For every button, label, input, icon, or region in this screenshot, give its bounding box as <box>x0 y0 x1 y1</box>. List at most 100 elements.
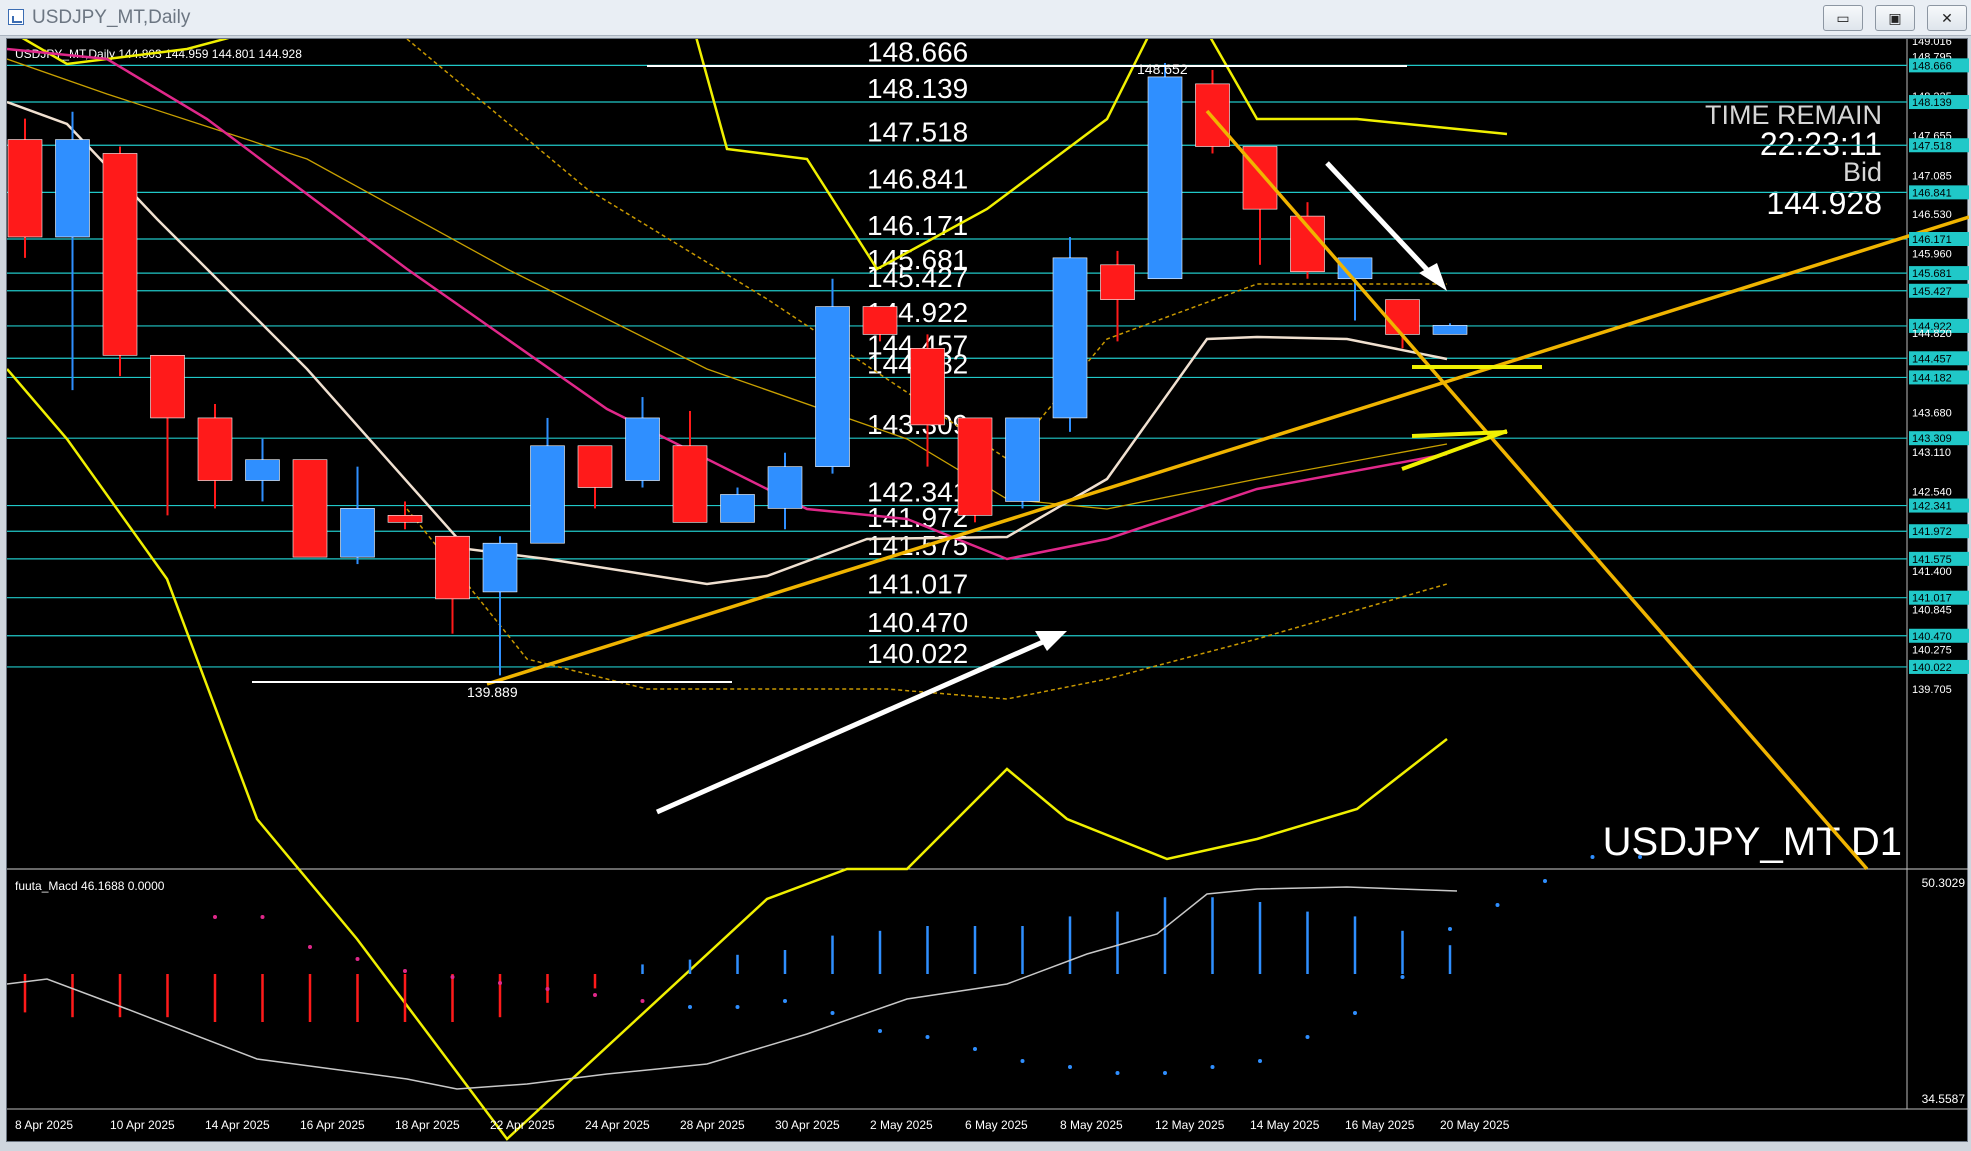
macd-signal-dot <box>925 1035 930 1039</box>
date-axis-label: 2 May 2025 <box>870 1118 933 1132</box>
window-title: USDJPY_MT,Daily <box>32 7 191 28</box>
price-axis-label: 143.110 <box>1912 447 1951 459</box>
price-axis-label: 147.518 <box>1912 140 1952 152</box>
macd-signal-dot <box>1638 855 1642 859</box>
bear-candle <box>102 153 138 356</box>
macd-signal-dot <box>1495 903 1500 907</box>
date-axis-label: 8 May 2025 <box>1060 1118 1123 1132</box>
date-axis-label: 12 May 2025 <box>1155 1118 1225 1132</box>
level-label: 146.171 <box>867 210 968 241</box>
macd-signal-dot <box>640 999 645 1003</box>
macd-header: fuuta_Macd 46.1688 0.0000 <box>15 879 165 893</box>
restore-button[interactable]: ▣ <box>1875 5 1915 31</box>
bear-candle <box>292 459 328 558</box>
date-axis-label: 24 Apr 2025 <box>585 1118 650 1132</box>
date-axis-label: 16 May 2025 <box>1345 1118 1415 1132</box>
bull-candle <box>340 508 375 558</box>
macd-line <box>7 886 1458 1090</box>
price-axis-label: 140.022 <box>1912 662 1952 674</box>
price-axis-label: 141.972 <box>1912 526 1952 538</box>
upper-band-line <box>21 39 1508 271</box>
price-axis-label: 145.960 <box>1912 249 1952 261</box>
bull-candle <box>1432 325 1468 335</box>
bull-candle <box>245 459 280 481</box>
price-axis-label: 146.530 <box>1912 209 1952 221</box>
bull-candle <box>1052 257 1088 419</box>
level-label: 147.518 <box>867 116 968 147</box>
date-axis-label: 10 Apr 2025 <box>110 1118 175 1132</box>
macd-signal-dot <box>1258 1059 1262 1063</box>
macd-signal-dot <box>1020 1059 1025 1063</box>
macd-signal-dot <box>498 981 502 985</box>
macd-signal-dot <box>593 993 597 997</box>
macd-signal-dot <box>1163 1071 1167 1075</box>
bear-candle <box>387 515 423 523</box>
macd-signal-dot <box>783 999 787 1003</box>
date-axis-label: 22 Apr 2025 <box>490 1118 555 1132</box>
close-button[interactable]: ✕ <box>1927 5 1967 31</box>
price-axis-label: 140.845 <box>1912 605 1952 617</box>
bear-candle <box>1100 264 1135 300</box>
level-label: 148.139 <box>867 73 968 104</box>
bear-candle <box>910 348 945 426</box>
price-axis-label: 139.705 <box>1912 684 1952 696</box>
bull-candle <box>625 417 660 481</box>
bull-candle <box>1005 417 1040 502</box>
bull-candle <box>482 542 518 593</box>
level-label: 146.841 <box>867 163 968 194</box>
low-marker-label: 139.889 <box>467 684 518 700</box>
macd-signal-dot <box>1115 1071 1120 1075</box>
macd-signal-dot <box>735 1005 740 1009</box>
macd-signal-dot <box>1305 1035 1310 1039</box>
price-axis-label: 143.309 <box>1912 433 1952 445</box>
macd-signal-dot <box>688 1005 692 1009</box>
macd-signal-dot <box>1400 975 1405 979</box>
date-axis-label: 8 Apr 2025 <box>15 1118 73 1132</box>
price-axis-label: 144.820 <box>1912 328 1952 340</box>
level-label: 140.470 <box>867 607 968 638</box>
price-axis-label: 145.427 <box>1912 286 1952 298</box>
date-axis-label: 14 Apr 2025 <box>205 1118 270 1132</box>
macd-signal-dot <box>878 1029 882 1033</box>
price-axis-label: 145.681 <box>1912 268 1952 280</box>
minimize-button[interactable]: ▭ <box>1823 5 1863 31</box>
price-axis-label: 140.470 <box>1912 631 1952 643</box>
price-axis-label: 141.017 <box>1912 593 1952 605</box>
up-arrow-shaft <box>655 635 1054 815</box>
chart-canvas[interactable]: USDJPY_MT,Daily 144.803 144.959 144.801 … <box>7 39 1969 1143</box>
price-axis-label: 144.182 <box>1912 372 1952 384</box>
price-axis-label: 140.275 <box>1912 644 1952 656</box>
bull-candle <box>530 445 565 544</box>
macd-signal-dot <box>450 975 455 979</box>
date-axis-label: 30 Apr 2025 <box>775 1118 840 1132</box>
bear-candle <box>1385 299 1420 335</box>
date-axis-label: 16 Apr 2025 <box>300 1118 365 1132</box>
bull-candle <box>1147 76 1183 280</box>
date-axis-label: 28 Apr 2025 <box>680 1118 745 1132</box>
macd-signal-dot <box>1353 1011 1357 1015</box>
level-label: 148.666 <box>867 39 968 67</box>
bear-candle <box>150 354 185 419</box>
price-axis-label: 141.575 <box>1912 554 1952 566</box>
macd-signal-dot <box>545 987 550 991</box>
ma-slow-line <box>7 47 1448 561</box>
macd-signal-dot <box>1448 927 1452 931</box>
macd-signal-dot <box>973 1047 977 1051</box>
bull-candle <box>767 466 803 509</box>
date-axis-label: 6 May 2025 <box>965 1118 1028 1132</box>
bear-candle <box>957 417 993 516</box>
macd-axis-bottom: 34.5587 <box>1922 1092 1966 1106</box>
rising-trendline <box>486 215 1969 686</box>
macd-signal-dot <box>1210 1065 1215 1069</box>
date-axis-label: 14 May 2025 <box>1250 1118 1320 1132</box>
date-axis-label: 18 Apr 2025 <box>395 1118 460 1132</box>
bear-candle <box>862 306 898 335</box>
price-axis-label: 142.540 <box>1912 487 1952 499</box>
falling-trendline <box>1205 109 1869 871</box>
high-marker-label: 148.652 <box>1137 61 1188 77</box>
bid-label: Bid <box>1843 157 1882 187</box>
chart-area[interactable]: USDJPY_MT,Daily 144.803 144.959 144.801 … <box>6 38 1969 1143</box>
macd-signal-dot <box>213 915 217 919</box>
macd-signal-dot <box>308 945 312 949</box>
level-label: 141.017 <box>867 569 968 600</box>
